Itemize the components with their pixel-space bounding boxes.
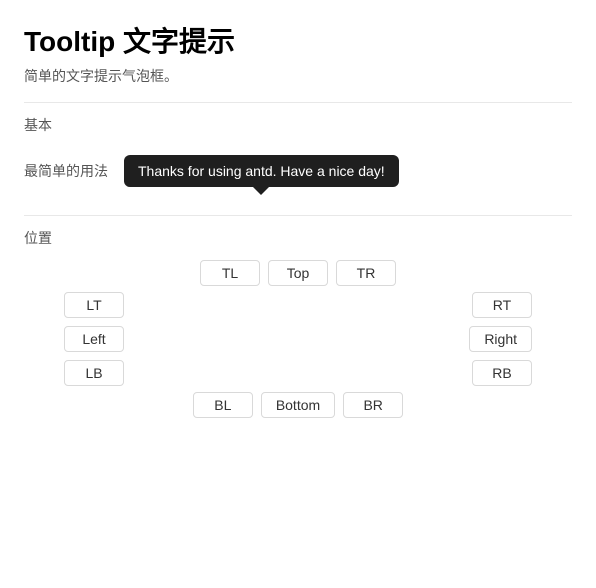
basic-row: 最简单的用法 Thanks for using antd. Have a nic… (24, 147, 572, 195)
basic-row-label: 最简单的用法 (24, 161, 108, 181)
btn-top[interactable]: Top (268, 260, 328, 286)
btn-lb[interactable]: LB (64, 360, 124, 386)
btn-tl[interactable]: TL (200, 260, 260, 286)
btn-lt[interactable]: LT (64, 292, 124, 318)
btn-right[interactable]: Right (469, 326, 532, 352)
page-subtitle: 简单的文字提示气泡框。 (24, 66, 572, 86)
left-col: LT Left LB (64, 292, 124, 386)
position-section: 位置 TL Top TR LT Left LB RT Right RB BL B… (24, 228, 572, 418)
btn-rt[interactable]: RT (472, 292, 532, 318)
tooltip-bubble: Thanks for using antd. Have a nice day! (124, 155, 399, 187)
position-divider (24, 215, 572, 216)
right-col: RT Right RB (469, 292, 532, 386)
basic-section: 基本 最简单的用法 Thanks for using antd. Have a … (24, 115, 572, 195)
btn-bl[interactable]: BL (193, 392, 253, 418)
page-title: Tooltip 文字提示 (24, 20, 572, 60)
btn-tr[interactable]: TR (336, 260, 396, 286)
middle-row: LT Left LB RT Right RB (24, 292, 572, 386)
basic-divider (24, 102, 572, 103)
basic-section-label: 基本 (24, 115, 572, 135)
btn-br[interactable]: BR (343, 392, 403, 418)
btn-rb[interactable]: RB (472, 360, 532, 386)
position-grid: TL Top TR LT Left LB RT Right RB BL Bott… (24, 260, 572, 418)
btn-bottom[interactable]: Bottom (261, 392, 335, 418)
bottom-row: BL Bottom BR (193, 392, 403, 418)
top-row: TL Top TR (200, 260, 396, 286)
position-section-label: 位置 (24, 228, 572, 248)
btn-left[interactable]: Left (64, 326, 124, 352)
